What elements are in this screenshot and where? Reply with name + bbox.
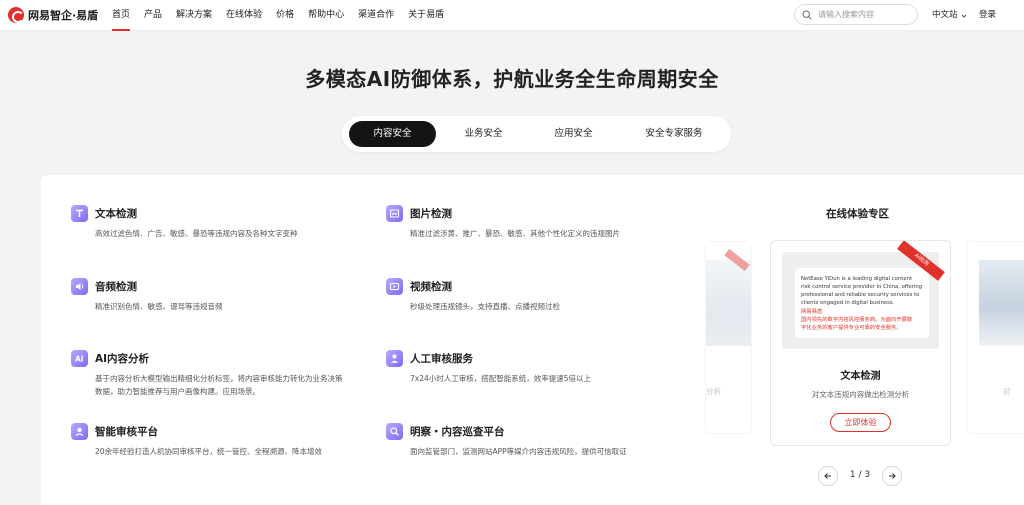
person-icon	[386, 350, 403, 367]
svg-text:AI: AI	[75, 355, 84, 364]
sample-text-zh: 网易易盾 国内领先的数字内容风控服务商。为面向开展数 字化业务的客户提供专业可靠…	[801, 309, 913, 331]
text-icon	[71, 205, 88, 222]
feature-desc: 基于内容分析大模型输出精细化分析标签，将内容审核能力转化为业务决策 数据，助力智能…	[95, 373, 343, 398]
prev-button[interactable]	[818, 466, 838, 486]
main-nav: 首页 产品 解决方案 在线体验 价格 帮助中心 渠道合作 关于易盾	[105, 0, 451, 31]
feature-title: 明察・内容巡查平台	[410, 426, 505, 438]
feature-desc: 7x24小时人工审核，搭配智能系统，效率提速5倍以上	[410, 374, 592, 383]
top-navbar: 网易智企·易盾 首页产品解决方案在线体验价格帮助中心渠道合作关于易盾 中文站 登…	[0, 0, 1024, 31]
arrow-left-icon	[824, 473, 831, 479]
feature-desc: 高效过滤色情、广告、敏感、暴恐等违规内容及各种文字变种	[95, 229, 298, 238]
carousel-pager: 1 / 3	[818, 466, 904, 486]
search-box[interactable]	[794, 4, 918, 25]
nav-item[interactable]: 价格	[269, 0, 301, 31]
online-experience-title: 在线体验专区	[826, 208, 889, 220]
carousel-card-active: NetEase YiDun is a leading digital conte…	[770, 240, 951, 446]
sample-text-en: NetEase YiDun is a leading digital conte…	[801, 276, 923, 306]
nav-item[interactable]: 在线体验	[219, 0, 269, 31]
video-icon	[386, 278, 403, 295]
card-desc: 对文本违规内容做出检测分析	[811, 390, 910, 399]
card-desc-partial: 对	[1003, 387, 1011, 396]
tab-expert-service[interactable]: 安全专家服务	[624, 121, 724, 147]
tab-business-security[interactable]: 业务安全	[440, 121, 527, 147]
feature-title: 音频检测	[95, 281, 137, 293]
search-input[interactable]	[818, 10, 913, 19]
netease-logo-icon	[8, 7, 24, 23]
feature-desc: 面向监管部门，监测网站APP等媒介内容违规风险，提供可信取证	[410, 447, 627, 456]
ai-icon: AI	[71, 350, 88, 367]
feature-title: 图片检测	[410, 208, 452, 220]
try-now-button[interactable]: 立即体验	[830, 413, 891, 432]
card-desc-partial: 分析	[706, 387, 721, 396]
nav-item[interactable]: 帮助中心	[301, 0, 351, 31]
feature-title: 文本检测	[95, 208, 137, 220]
tab-content-security[interactable]: 内容安全	[349, 121, 436, 147]
nav-item[interactable]: 首页	[105, 0, 137, 31]
image-icon	[386, 205, 403, 222]
feature-desc: 秒级处理违规镜头，支持直播、点播视频过检	[410, 302, 560, 311]
nav-item[interactable]: 关于易盾	[401, 0, 451, 31]
audio-icon	[71, 278, 88, 295]
card-preview-image: NetEase YiDun is a leading digital conte…	[782, 252, 939, 349]
language-label: 中文站	[932, 10, 958, 20]
brand-name: 网易智企·易盾	[28, 9, 99, 22]
carousel-card-prev[interactable]: 分析	[705, 241, 752, 434]
carousel-card-next[interactable]: 对	[966, 241, 1024, 434]
feature-title: 视频检测	[410, 281, 452, 293]
inspect-icon	[386, 423, 403, 440]
feature-title: 智能审核平台	[95, 426, 158, 438]
chevron-down-icon	[961, 14, 966, 18]
sample-text-box: NetEase YiDun is a leading digital conte…	[795, 268, 929, 338]
product-category-tabs: 内容安全 业务安全 应用安全 安全专家服务	[342, 116, 731, 152]
search-icon	[802, 9, 812, 20]
card-image	[979, 260, 1024, 346]
login-link[interactable]: 登录	[979, 0, 996, 31]
nav-item[interactable]: 产品	[137, 0, 169, 31]
arrow-right-icon	[889, 473, 896, 479]
platform-icon	[71, 423, 88, 440]
feature-desc: 20余年经验打造人机协同审核平台，统一管控、全程溯源、降本增效	[95, 447, 323, 456]
tab-app-security[interactable]: 应用安全	[530, 121, 617, 147]
feature-desc-line: 基于内容分析大模型输出精细化分析标签，将内容审核能力转化为业务决策	[95, 374, 343, 383]
hero-title: 多模态AI防御体系，护航业务全生命周期安全	[305, 67, 719, 91]
nav-item[interactable]: 解决方案	[169, 0, 219, 31]
feature-title: AI内容分析	[95, 353, 150, 365]
brand-logo[interactable]: 网易智企·易盾	[8, 6, 98, 24]
language-switcher[interactable]: 中文站	[932, 0, 967, 31]
feature-desc: 精准识别色情、敏感、谩骂等违规音频	[95, 302, 223, 311]
card-image	[706, 260, 751, 346]
next-button[interactable]	[882, 466, 902, 486]
card-title: 文本检测	[840, 371, 881, 382]
nav-item[interactable]: 渠道合作	[351, 0, 401, 31]
feature-title: 人工审核服务	[410, 353, 473, 365]
feature-desc-line: 数据，助力智能推荐与用户画像构建。应用场景。	[95, 386, 260, 396]
page-indicator: 1 / 3	[849, 470, 871, 480]
feature-desc: 精准过滤涉黄、推广、暴恐、敏感、其他个性化定义的违规图片	[410, 229, 620, 238]
